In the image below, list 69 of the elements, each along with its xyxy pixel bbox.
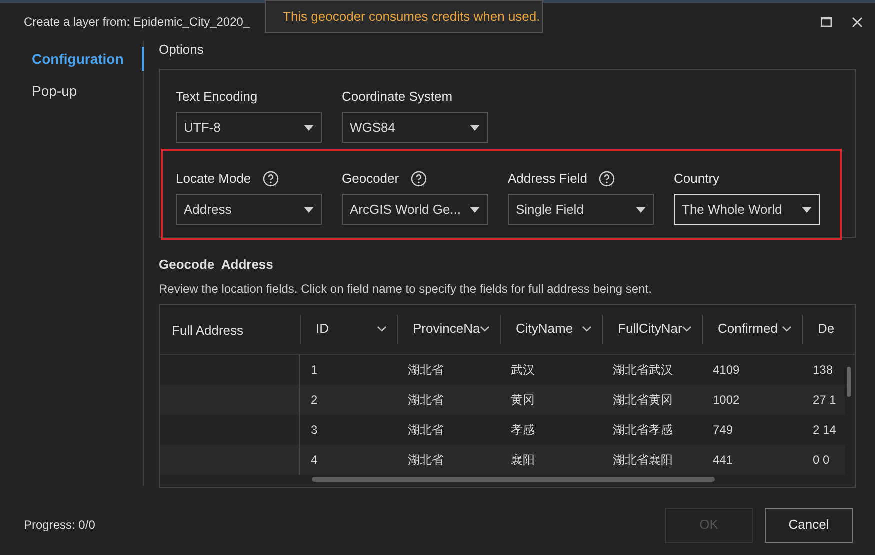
caret-icon: [304, 206, 314, 212]
column-header: Full Address: [172, 322, 244, 338]
chevron-icon: [377, 326, 387, 332]
table-cell: 4109: [713, 362, 740, 376]
progress-text: Progress: 0/0: [24, 517, 96, 534]
table-cell: 湖北省: [408, 422, 444, 436]
table-cell: 湖北省孝感: [613, 422, 673, 436]
table-cell: 3: [311, 422, 318, 436]
dropdown[interactable]: The Whole World: [674, 194, 820, 225]
chevron-icon: [782, 326, 792, 332]
dropdown[interactable]: UTF-8: [176, 112, 322, 143]
section-title: Options: [159, 41, 205, 58]
caret-icon: [470, 206, 480, 212]
field-label: Address Field: [508, 170, 588, 188]
sidebar-tab[interactable]: Configuration: [0, 47, 144, 71]
table-cell: 湖北省襄阳: [613, 452, 673, 466]
field-label: Coordinate System: [342, 88, 453, 106]
field-label: Locate Mode: [176, 170, 252, 188]
table-cell: 1002: [713, 392, 740, 406]
table-cell: 孝感: [511, 422, 535, 436]
maximize-icon[interactable]: [821, 17, 832, 27]
table-cell: 0 0: [813, 452, 830, 466]
column-header[interactable]: Confirmed: [702, 314, 802, 344]
dropdown[interactable]: Address: [176, 194, 322, 225]
table-cell: 湖北省武汉: [613, 362, 673, 376]
table-cell: 2: [311, 392, 318, 406]
close-icon[interactable]: [852, 16, 863, 28]
dropdown[interactable]: Single Field: [508, 194, 654, 225]
sidebar-tab[interactable]: Pop-up: [0, 79, 144, 103]
description: Review the location fields. Click on field name to specify the fields for full address being sent.: [159, 280, 653, 298]
table-cell: 武汉: [511, 362, 535, 376]
horizontal-scrollbar[interactable]: [312, 474, 715, 484]
table-cell: 2 14: [813, 422, 836, 436]
table-cell: 湖北省黄冈: [613, 392, 673, 406]
table-cell: 4: [311, 452, 318, 466]
help-icon[interactable]: [263, 171, 280, 187]
table-cell: 27 1: [813, 392, 836, 406]
help-icon[interactable]: [411, 171, 428, 187]
caret-icon: [802, 206, 812, 212]
dropdown[interactable]: ArcGIS World Ge...: [342, 194, 488, 225]
dialog-button[interactable]: Cancel: [765, 508, 853, 542]
table-cell: 1: [311, 362, 318, 376]
field-label: Geocoder: [342, 170, 400, 188]
table-cell: 黄冈: [511, 392, 535, 406]
chevron-icon: [682, 326, 692, 332]
chevron-icon: [480, 326, 490, 332]
table-cell: 湖北省: [408, 452, 444, 466]
column-header[interactable]: ID: [300, 314, 397, 344]
table-cell: 湖北省: [408, 362, 444, 376]
caret-icon: [636, 206, 646, 212]
table-cell: 湖北省: [408, 392, 444, 406]
table-cell: 138: [813, 362, 834, 376]
field-label: Country: [674, 170, 720, 188]
field-label: Text Encoding: [176, 88, 258, 106]
help-icon[interactable]: [599, 171, 616, 187]
column-header[interactable]: CityName: [500, 314, 602, 344]
chevron-icon: [582, 326, 592, 332]
table-cell: 襄阳: [511, 452, 535, 466]
column-header[interactable]: FullCityNar: [602, 314, 702, 344]
caret-icon: [304, 124, 314, 130]
tooltip: This geocoder consumes credits when used.: [265, 0, 543, 33]
column-header[interactable]: De: [802, 314, 840, 344]
section-title: Geocode Address: [159, 256, 274, 274]
table-cell: 749: [713, 422, 734, 436]
column-header[interactable]: ProvinceNa: [397, 314, 500, 344]
caret-icon: [470, 124, 480, 130]
dropdown[interactable]: WGS84: [342, 112, 488, 143]
table-cell: 441: [713, 452, 734, 466]
window-title: Create a layer from: Epidemic_City_2020_: [24, 14, 250, 31]
